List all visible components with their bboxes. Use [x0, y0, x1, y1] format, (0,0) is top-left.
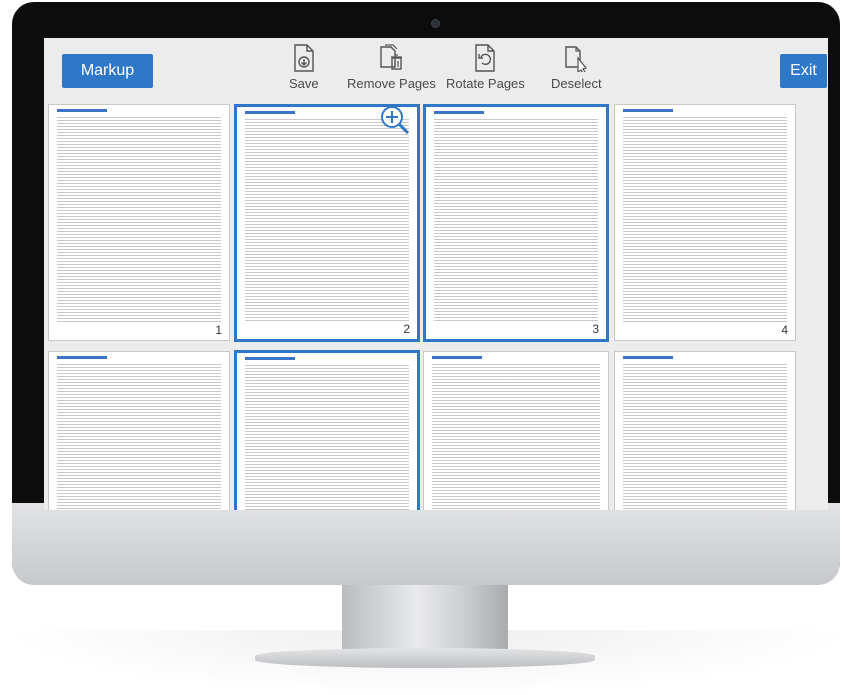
remove-pages-icon: [380, 44, 403, 70]
page-header-logo: [245, 111, 295, 114]
deselect-label: Deselect: [551, 76, 602, 91]
rotate-pages-label: Rotate Pages: [446, 76, 525, 91]
app-screen: Markup Save Remove Pages Rotate Pages De…: [44, 38, 828, 510]
page-number: 1: [213, 323, 224, 337]
page-text-preview: [57, 115, 221, 322]
deselect-button[interactable]: Deselect: [551, 44, 602, 91]
monitor-chin: [12, 503, 840, 585]
zoom-in-icon[interactable]: [380, 105, 410, 135]
page-thumbnail-6[interactable]: [234, 350, 420, 510]
page-thumbnail-1[interactable]: 1: [48, 104, 230, 341]
rotate-pages-button[interactable]: Rotate Pages: [446, 44, 525, 91]
page-number: 3: [590, 322, 601, 336]
page-thumbnail-4[interactable]: 4: [614, 104, 796, 341]
save-label: Save: [289, 76, 319, 91]
save-button[interactable]: Save: [289, 44, 319, 91]
page-text-preview: [623, 362, 787, 510]
page-text-preview: [434, 117, 598, 321]
page-thumbnail-8[interactable]: [614, 351, 796, 510]
page-header-logo: [623, 356, 673, 359]
toolbar: Markup Save Remove Pages Rotate Pages De…: [44, 38, 828, 102]
page-header-logo: [623, 109, 673, 112]
deselect-icon: [565, 46, 588, 72]
page-thumbnail-7[interactable]: [423, 351, 609, 510]
monitor-base: [255, 648, 595, 668]
page-header-logo: [245, 357, 295, 360]
rotate-pages-icon: [475, 44, 496, 72]
page-text-preview: [57, 362, 221, 510]
page-text-preview: [432, 362, 600, 510]
page-number: 4: [779, 323, 790, 337]
page-number: 2: [401, 322, 412, 336]
remove-pages-label: Remove Pages: [347, 76, 436, 91]
page-thumbnail-5[interactable]: [48, 351, 230, 510]
save-icon: [294, 44, 314, 72]
webcam-icon: [431, 19, 440, 28]
page-header-logo: [57, 109, 107, 112]
page-thumbnail-2[interactable]: 2: [234, 104, 420, 342]
page-header-logo: [432, 356, 482, 359]
page-text-preview: [245, 117, 409, 321]
page-header-logo: [57, 356, 107, 359]
page-text-preview: [623, 115, 787, 322]
page-thumbnail-3[interactable]: 3: [423, 104, 609, 342]
monitor-stand: [342, 585, 508, 657]
exit-button[interactable]: Exit: [780, 54, 827, 88]
remove-pages-button[interactable]: Remove Pages: [347, 44, 436, 91]
page-header-logo: [434, 111, 484, 114]
markup-button[interactable]: Markup: [62, 54, 153, 88]
page-text-preview: [245, 363, 409, 510]
